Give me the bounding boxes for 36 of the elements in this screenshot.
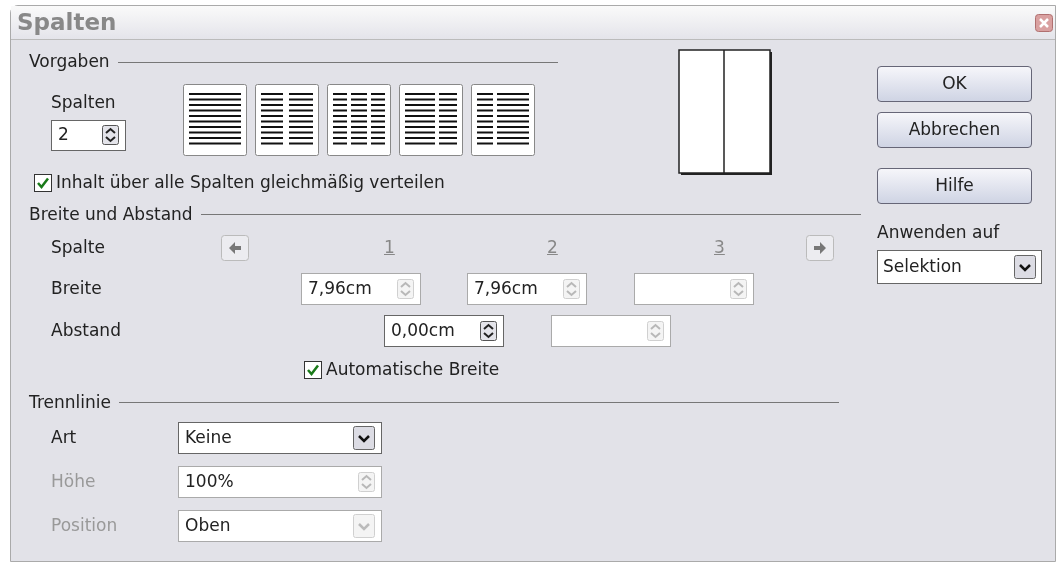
column-layout-preset[interactable]: [397, 84, 465, 156]
section-heading: Trennlinie: [29, 390, 111, 414]
checkbox[interactable]: [304, 360, 322, 379]
column-number: 1: [384, 235, 395, 259]
input-field[interactable]: Keine: [178, 421, 382, 454]
column-number: 2: [547, 235, 558, 259]
distribute-label: Inhalt über alle Spalten gleichmäßig verteilen: [56, 171, 445, 194]
checkbox[interactable]: [34, 173, 52, 192]
column-layout-preset[interactable]: [325, 84, 393, 156]
column-label: Spalte: [51, 235, 106, 259]
column-layout-preset[interactable]: [469, 84, 537, 156]
spin-arrows-icon[interactable]: [480, 320, 497, 341]
field-label: Position: [51, 513, 119, 537]
width-label: Breite: [51, 276, 103, 300]
dialog-button[interactable]: OK: [877, 66, 1032, 102]
caret-icon[interactable]: [1014, 254, 1036, 279]
caret-icon[interactable]: [353, 425, 375, 450]
window-title: Spalten: [17, 8, 117, 38]
close-icon[interactable]: [1035, 13, 1053, 32]
field-label: Höhe: [51, 469, 97, 493]
section-heading: Breite und Abstand: [29, 202, 193, 226]
columns-spin-field[interactable]: 2: [51, 119, 126, 151]
column-layout-preset[interactable]: [181, 84, 249, 156]
dialog-button[interactable]: Hilfe: [877, 168, 1032, 204]
column-number: 3: [714, 235, 725, 259]
input-field[interactable]: 0,00cm: [384, 314, 504, 347]
section-heading: Vorgaben: [29, 50, 110, 74]
spacing-label: Abstand: [51, 318, 122, 342]
columns-label: Spalten: [51, 91, 117, 114]
column-layout-preset[interactable]: [253, 84, 321, 156]
apply-to-dropdown[interactable]: Selektion: [877, 249, 1042, 284]
spin-arrows-icon[interactable]: [102, 125, 119, 145]
apply-to-label: Anwenden auf: [877, 221, 1001, 244]
field-label: Art: [51, 425, 78, 449]
auto-width-label: Automatische Breite: [326, 357, 500, 381]
dialog-button[interactable]: Abbrechen: [877, 112, 1032, 148]
